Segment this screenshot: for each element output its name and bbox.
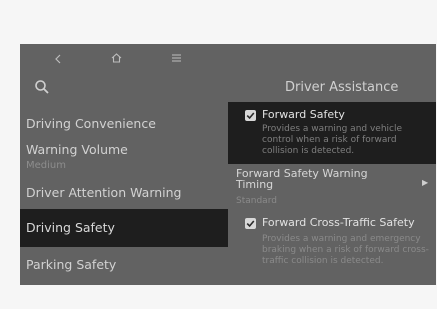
menu-item-driving-convenience[interactable]: Driving Convenience [20,114,228,136]
search-button[interactable] [34,79,52,97]
chevron-right-icon: ▶ [422,178,429,187]
menu-item-warning-volume[interactable]: Warning Volume Medium [20,140,228,174]
checkmark-icon [246,220,255,228]
option-forward-cross-traffic-safety[interactable]: Forward Cross-Traffic Safety Provides a … [228,212,436,285]
option-label: Forward Cross-Traffic Safety [262,216,415,229]
option-label: Forward Safety Warning Timing [236,167,368,191]
search-icon [35,80,49,94]
menu-item-driver-attention-warning[interactable]: Driver Attention Warning [20,182,228,206]
menu-item-label: Parking Safety [26,257,117,272]
menu-item-label: Driving Safety [26,220,115,235]
option-forward-safety[interactable]: Forward Safety Provides a warning and ve… [228,102,436,164]
menu-icon [171,54,181,62]
option-description: Provides a warning and emergency braking… [262,234,429,266]
home-icon [111,53,121,63]
checkbox-forward-cross-traffic-safety[interactable] [245,218,256,229]
option-description: Provides a warning and vehicle control w… [262,124,403,156]
infotainment-screen: Driving Convenience Warning Volume Mediu… [20,44,436,285]
panel-title: Driver Assistance [285,80,399,95]
checkmark-icon [246,112,255,120]
menu-item-parking-safety[interactable]: Parking Safety [20,254,228,278]
chevron-left-icon [55,54,61,64]
menu-button[interactable] [166,49,186,67]
menu-item-driving-safety[interactable]: Driving Safety [20,209,228,247]
home-button[interactable] [106,49,126,68]
option-label: Forward Safety [262,108,345,121]
menu-item-label: Driver Attention Warning [26,185,182,200]
checkbox-forward-safety[interactable] [245,110,256,121]
menu-item-value: Medium [26,160,66,171]
menu-item-label: Warning Volume [26,142,128,157]
menu-item-label: Driving Convenience [26,116,156,131]
option-forward-safety-warning-timing[interactable]: Forward Safety Warning Timing Standard ▶ [228,166,436,208]
option-value: Standard [236,196,277,206]
photo-frame: Driving Convenience Warning Volume Mediu… [0,0,437,309]
back-button[interactable] [48,49,68,69]
